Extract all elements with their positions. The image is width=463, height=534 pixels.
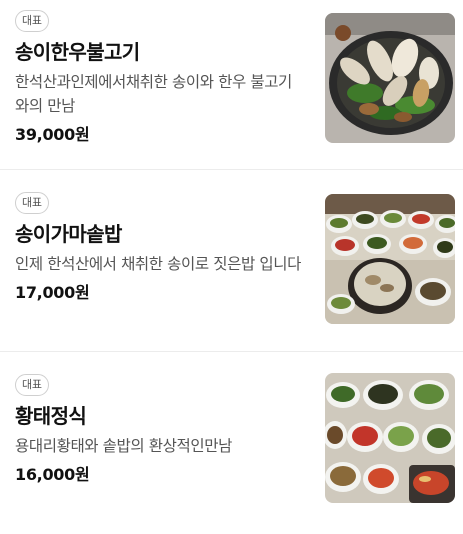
signature-badge: 대표 xyxy=(15,10,49,32)
menu-list: 대표 송이한우불고기 한석산과인제에서채취한 송이와 한우 불고기와의 만남 3… xyxy=(0,0,463,534)
menu-item-text: 대표 송이가마솥밥 인제 한석산에서 채취한 송이로 짓은밥 입니다 17,00… xyxy=(15,191,310,304)
signature-badge: 대표 xyxy=(15,192,49,214)
menu-item-photo[interactable] xyxy=(325,13,455,143)
menu-item-text: 대표 황태정식 용대리황태와 솥밥의 환상적인만남 16,000원 xyxy=(15,373,310,486)
menu-item-bulgogi[interactable]: 대표 송이한우불고기 한석산과인제에서채취한 송이와 한우 불고기와의 만남 3… xyxy=(0,0,463,170)
menu-item-text: 대표 송이한우불고기 한석산과인제에서채취한 송이와 한우 불고기와의 만남 3… xyxy=(15,9,310,146)
menu-item-photo[interactable] xyxy=(325,373,455,503)
menu-item-description: 용대리황태와 솥밥의 환상적인만남 xyxy=(15,437,232,455)
pollack-set-photo-image xyxy=(325,373,455,503)
menu-item-pollack-set[interactable]: 대표 황태정식 용대리황태와 솥밥의 환상적인만남 16,000원 xyxy=(0,352,463,534)
menu-item-price: 16,000원 xyxy=(15,465,90,484)
menu-item-name: 송이한우불고기 xyxy=(15,40,140,64)
menu-item-price: 39,000원 xyxy=(15,125,90,144)
menu-item-price: 17,000원 xyxy=(15,283,90,302)
menu-item-photo[interactable] xyxy=(325,194,455,324)
menu-item-name: 황태정식 xyxy=(15,404,87,428)
menu-item-pot-rice[interactable]: 대표 송이가마솥밥 인제 한석산에서 채취한 송이로 짓은밥 입니다 17,00… xyxy=(0,170,463,352)
menu-item-description: 인제 한석산에서 채취한 송이로 짓은밥 입니다 xyxy=(15,255,301,273)
menu-item-name: 송이가마솥밥 xyxy=(15,222,122,246)
signature-badge: 대표 xyxy=(15,374,49,396)
bulgogi-photo-image xyxy=(325,13,455,143)
pot-rice-photo-image xyxy=(325,194,455,324)
menu-item-description: 한석산과인제에서채취한 송이와 한우 불고기와의 만남 xyxy=(15,73,292,115)
